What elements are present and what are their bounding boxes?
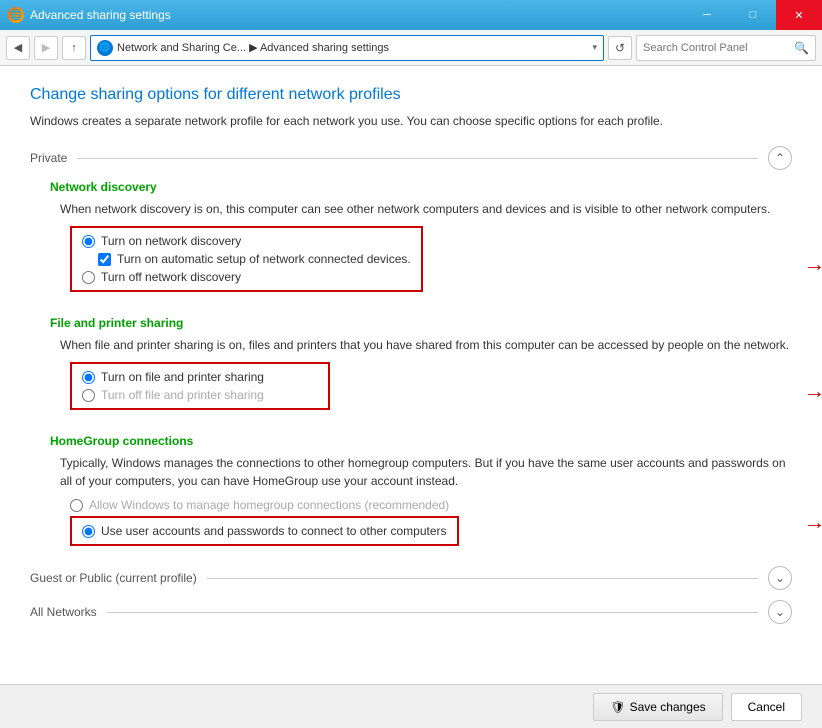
turn-on-file-printer-label: Turn on file and printer sharing xyxy=(101,370,264,384)
all-networks-toggle[interactable]: ⌄ xyxy=(768,600,792,624)
guest-public-section-header: Guest or Public (current profile) ⌄ xyxy=(30,566,792,590)
guest-public-toggle[interactable]: ⌄ xyxy=(768,566,792,590)
use-accounts-option: Use user accounts and passwords to conne… xyxy=(82,524,447,538)
save-label: Save changes xyxy=(630,700,706,714)
private-label: Private xyxy=(30,151,67,165)
turn-on-file-printer-radio[interactable] xyxy=(82,371,95,384)
use-accounts-label: Use user accounts and passwords to conne… xyxy=(101,524,447,538)
use-accounts-option-box: Use user accounts and passwords to conne… xyxy=(70,516,459,546)
breadcrumb-text: Network and Sharing Ce... ▶ Advanced sha… xyxy=(117,41,588,54)
turn-off-discovery-option: Turn off network discovery xyxy=(82,270,411,284)
shield-icon: 🛡 xyxy=(610,700,625,714)
globe-icon: 🌐 xyxy=(97,40,113,56)
turn-off-discovery-radio[interactable] xyxy=(82,271,95,284)
page-description: Windows creates a separate network profi… xyxy=(30,112,792,130)
use-accounts-radio[interactable] xyxy=(82,525,95,538)
homegroup-section: HomeGroup connections Typically, Windows… xyxy=(30,434,792,546)
window-controls: ─ □ ✕ xyxy=(684,0,822,30)
close-button[interactable]: ✕ xyxy=(776,0,822,30)
auto-setup-checkbox[interactable] xyxy=(98,253,111,266)
turn-off-file-printer-label: Turn off file and printer sharing xyxy=(101,388,264,402)
window-title: Advanced sharing settings xyxy=(30,8,171,22)
network-discovery-options: Turn on network discovery Turn on automa… xyxy=(70,226,423,292)
search-box: 🔍 xyxy=(636,35,816,61)
title-bar: 🌐 Advanced sharing settings ─ □ ✕ xyxy=(0,0,822,30)
search-input[interactable] xyxy=(643,42,790,54)
footer: 🛡 Save changes Cancel xyxy=(0,684,822,728)
private-divider xyxy=(77,158,758,159)
turn-off-file-printer-option: Turn off file and printer sharing xyxy=(82,388,318,402)
maximize-button[interactable]: □ xyxy=(730,0,776,30)
title-bar-left: 🌐 Advanced sharing settings xyxy=(8,7,171,23)
auto-setup-label: Turn on automatic setup of network conne… xyxy=(117,252,411,266)
turn-on-discovery-label: Turn on network discovery xyxy=(101,234,241,248)
file-printer-desc: When file and printer sharing is on, fil… xyxy=(60,336,792,354)
back-button[interactable]: ◀ xyxy=(6,36,30,60)
homegroup-desc: Typically, Windows manages the connectio… xyxy=(60,454,792,490)
file-printer-options: Turn on file and printer sharing Turn of… xyxy=(70,362,330,410)
allow-windows-homegroup-radio[interactable] xyxy=(70,499,83,512)
main-content: Change sharing options for different net… xyxy=(0,66,822,684)
homegroup-title: HomeGroup connections xyxy=(50,434,792,448)
turn-off-file-printer-radio[interactable] xyxy=(82,389,95,402)
page-title: Change sharing options for different net… xyxy=(30,86,792,104)
turn-off-discovery-label: Turn off network discovery xyxy=(101,270,241,284)
minimize-button[interactable]: ─ xyxy=(684,0,730,30)
address-bar: ◀ ▶ ↑ 🌐 Network and Sharing Ce... ▶ Adva… xyxy=(0,30,822,66)
up-button[interactable]: ↑ xyxy=(62,36,86,60)
network-discovery-section: Network discovery When network discovery… xyxy=(30,180,792,302)
allow-windows-homegroup-option: Allow Windows to manage homegroup connec… xyxy=(70,498,459,512)
all-networks-divider xyxy=(107,612,758,613)
guest-public-divider xyxy=(207,578,758,579)
all-networks-label: All Networks xyxy=(30,605,97,619)
turn-on-discovery-radio[interactable] xyxy=(82,235,95,248)
search-icon: 🔍 xyxy=(794,41,809,55)
turn-on-discovery-option: Turn on network discovery xyxy=(82,234,411,248)
network-discovery-title: Network discovery xyxy=(50,180,792,194)
network-discovery-desc: When network discovery is on, this compu… xyxy=(60,200,792,218)
dropdown-chevron: ▾ xyxy=(592,42,597,53)
save-button[interactable]: 🛡 Save changes xyxy=(593,693,722,721)
cancel-button[interactable]: Cancel xyxy=(731,693,802,721)
guest-public-label: Guest or Public (current profile) xyxy=(30,571,197,585)
turn-on-file-printer-option: Turn on file and printer sharing xyxy=(82,370,318,384)
auto-setup-option: Turn on automatic setup of network conne… xyxy=(98,252,411,266)
file-printer-section: File and printer sharing When file and p… xyxy=(30,316,792,420)
address-box[interactable]: 🌐 Network and Sharing Ce... ▶ Advanced s… xyxy=(90,35,604,61)
refresh-button[interactable]: ↺ xyxy=(608,36,632,60)
allow-windows-homegroup-label: Allow Windows to manage homegroup connec… xyxy=(89,498,449,512)
private-section-header: Private ⌃ xyxy=(30,146,792,170)
private-toggle[interactable]: ⌃ xyxy=(768,146,792,170)
forward-button[interactable]: ▶ xyxy=(34,36,58,60)
homegroup-options: Allow Windows to manage homegroup connec… xyxy=(30,498,459,546)
file-printer-title: File and printer sharing xyxy=(50,316,792,330)
app-icon: 🌐 xyxy=(8,7,24,23)
all-networks-section-header: All Networks ⌄ xyxy=(30,600,792,624)
